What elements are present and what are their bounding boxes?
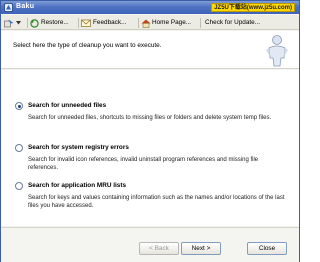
option-mru-lists[interactable]: Search for application MRU lists Search … bbox=[15, 182, 285, 222]
restore-label: Restore... bbox=[41, 19, 69, 26]
next-button[interactable]: Next > bbox=[181, 242, 221, 255]
radio-mru-lists[interactable] bbox=[15, 182, 23, 190]
back-button[interactable]: < Back bbox=[139, 242, 179, 255]
check-update-label: Check for Update... bbox=[205, 19, 261, 26]
option-unneeded-files[interactable]: Search for unneeded files Search for unn… bbox=[15, 102, 285, 142]
option-registry-errors[interactable]: Search for system registry errors Search… bbox=[15, 144, 285, 180]
close-button[interactable]: Close bbox=[247, 242, 287, 255]
radio-unneeded-files[interactable] bbox=[15, 102, 23, 110]
chevron-down-icon bbox=[16, 21, 21, 25]
cleanup-menu-icon bbox=[4, 19, 14, 28]
restore-icon bbox=[30, 19, 39, 28]
home-page-label: Home Page... bbox=[152, 19, 192, 26]
toolbar-separator bbox=[78, 18, 79, 28]
window-title: Baku bbox=[16, 3, 35, 10]
option-description: Search for invalid icon references, inva… bbox=[28, 157, 259, 171]
toolbar-separator bbox=[200, 18, 201, 28]
option-label[interactable]: Search for application MRU lists bbox=[28, 182, 126, 190]
wizard-footer: < Back Next > Close bbox=[1, 227, 299, 262]
home-icon bbox=[141, 19, 151, 28]
restore-button[interactable]: Restore... bbox=[30, 18, 77, 28]
radio-registry-errors[interactable] bbox=[15, 144, 23, 152]
option-label[interactable]: Search for unneeded files bbox=[28, 102, 106, 110]
wizard-header: Select here the type of cleanup you want… bbox=[1, 31, 299, 69]
check-update-button[interactable]: Check for Update... bbox=[205, 18, 295, 28]
toolbar-separator bbox=[138, 18, 139, 28]
app-window: Baku JZ5U下载站(www.jz5u.com) Restore... Fe… bbox=[0, 0, 300, 262]
app-icon bbox=[4, 3, 13, 12]
feedback-label: Feedback... bbox=[93, 19, 127, 26]
toolbar: Restore... Feedback... Home Page... Chec… bbox=[1, 15, 299, 30]
watermark-badge: JZ5U下载站(www.jz5u.com) bbox=[211, 3, 295, 12]
user-icon bbox=[266, 35, 288, 67]
home-page-button[interactable]: Home Page... bbox=[141, 18, 199, 28]
feedback-button[interactable]: Feedback... bbox=[81, 18, 138, 28]
instruction-text: Select here the type of cleanup you want… bbox=[13, 42, 162, 49]
options-panel: Search for unneeded files Search for unn… bbox=[1, 70, 299, 226]
option-description: Search for unneeded files, shortcuts to … bbox=[28, 115, 272, 121]
title-bar[interactable]: Baku JZ5U下载站(www.jz5u.com) bbox=[1, 1, 299, 14]
feedback-icon bbox=[81, 19, 91, 27]
toolbar-menu-button[interactable] bbox=[4, 18, 26, 28]
option-description: Search for keys and values containing in… bbox=[28, 195, 285, 209]
option-label[interactable]: Search for system registry errors bbox=[28, 144, 129, 152]
toolbar-separator bbox=[27, 18, 28, 28]
